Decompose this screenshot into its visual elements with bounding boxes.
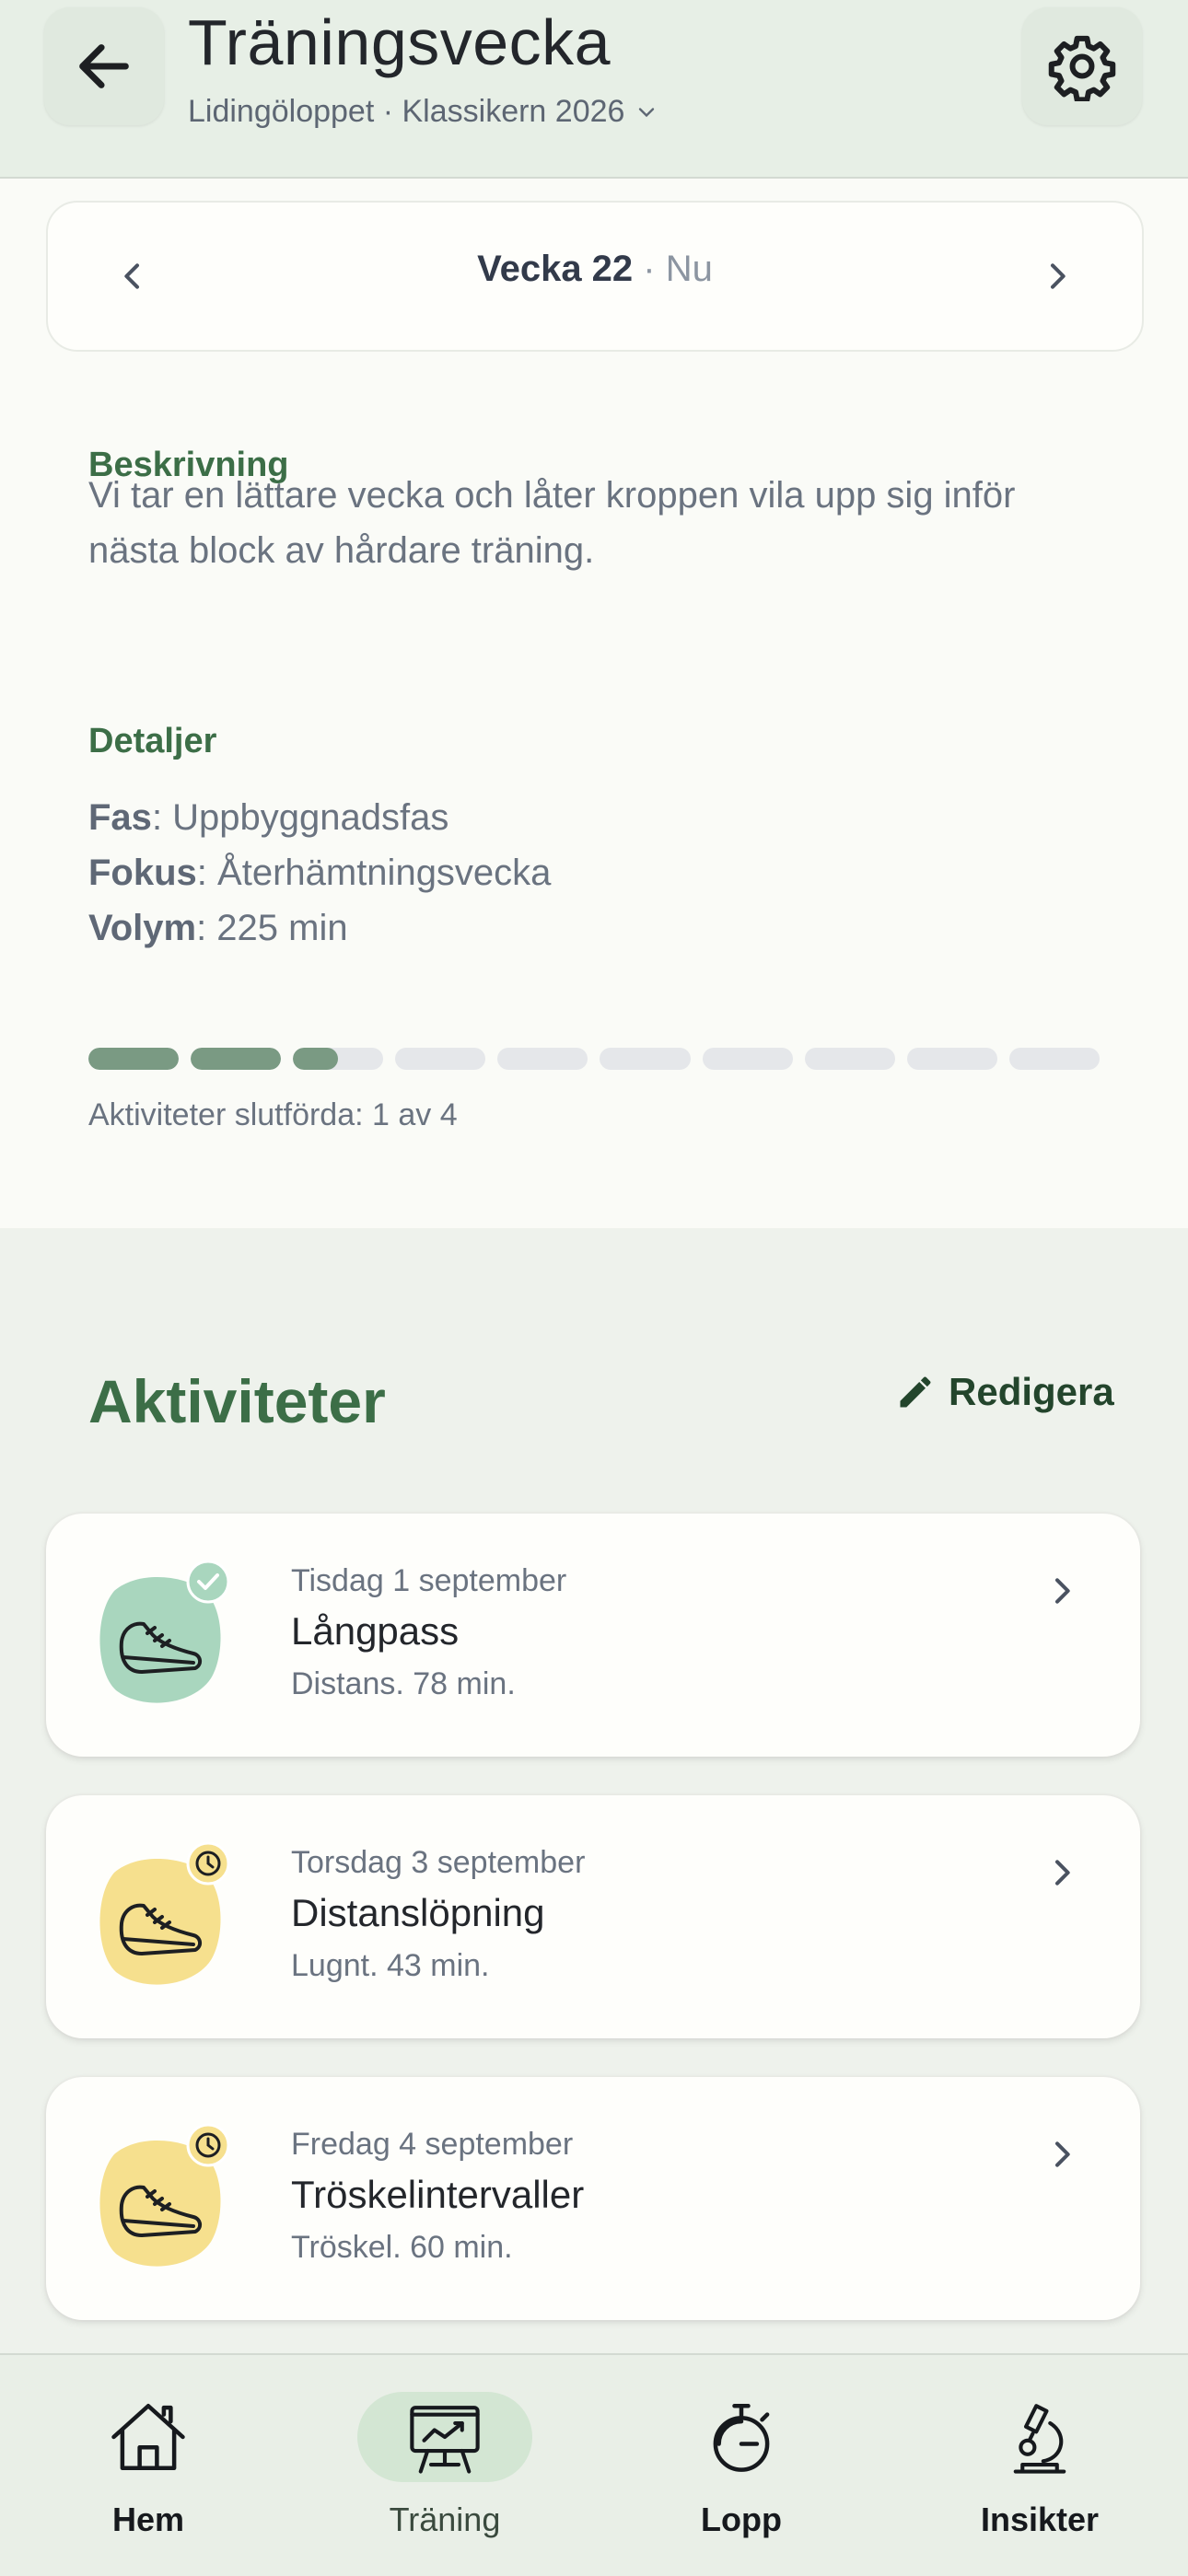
nav-label: Lopp	[701, 2501, 782, 2538]
chevron-right-icon	[1051, 263, 1066, 289]
arrow-left-icon	[79, 44, 129, 88]
progress-segment	[497, 1048, 588, 1070]
edit-button[interactable]: Redigera	[895, 1366, 1114, 1418]
nav-item-insikter[interactable]: Insikter	[925, 2355, 1155, 2576]
activity-meta: Tröskel. 60 min.	[291, 2230, 513, 2265]
progress-segment	[395, 1048, 486, 1070]
nav-item-traning[interactable]: Träning	[330, 2355, 560, 2576]
progress-segment-fill	[191, 1048, 282, 1070]
bottom-navigation: Hem Träning Lopp Insikter	[0, 2353, 1188, 2576]
running-shoe-icon	[99, 1841, 230, 1985]
next-week-button[interactable]	[1020, 239, 1094, 313]
nav-label: Insikter	[980, 2501, 1100, 2538]
activity-card[interactable]: Tisdag 1 september Långpass Distans. 78 …	[46, 1514, 1140, 1757]
progress-segment	[600, 1048, 691, 1070]
completion-text: Aktiviteter slutförda: 1 av 4	[88, 1097, 458, 1132]
week-separator: ·	[643, 249, 656, 289]
progress-segment-fill	[88, 1048, 180, 1070]
activity-card[interactable]: Torsdag 3 september Distanslöpning Lugnt…	[46, 1795, 1140, 2038]
running-shoe-icon	[99, 1560, 230, 1703]
nav-label: Träning	[389, 2501, 501, 2538]
activity-meta: Distans. 78 min.	[291, 1666, 516, 1701]
progress-segment-fill	[293, 1048, 339, 1070]
week-number: Vecka 22	[477, 249, 634, 289]
progress-segment	[293, 1048, 384, 1070]
pencil-icon	[900, 1376, 931, 1408]
chevron-down-icon	[639, 107, 655, 117]
house-icon	[111, 2404, 185, 2470]
progress-segment	[804, 1048, 895, 1070]
progress-segment	[191, 1048, 282, 1070]
completion-progress-bar	[88, 1048, 1100, 1070]
activities-heading: Aktiviteter	[88, 1367, 386, 1435]
detail-focus: Fokus: Återhämtningsvecka	[88, 853, 552, 893]
chevron-right-icon	[1039, 2127, 1085, 2182]
activity-name: Långpass	[291, 1609, 460, 1653]
activity-date: Torsdag 3 september	[291, 1845, 586, 1880]
activity-meta: Lugnt. 43 min.	[291, 1948, 490, 1983]
detail-phase: Fas: Uppbyggnadsfas	[88, 797, 449, 838]
week-switcher: Vecka 22 · Nu	[46, 201, 1144, 352]
progress-segment	[906, 1048, 997, 1070]
nav-item-lopp[interactable]: Lopp	[626, 2355, 856, 2576]
detail-volume: Volym: 225 min	[88, 908, 348, 948]
activity-date: Tisdag 1 september	[291, 1563, 567, 1598]
plan-selector-label: Lidingöloppet · Klassikern 2026	[188, 94, 625, 129]
progress-segment	[1008, 1048, 1100, 1070]
edit-button-label: Redigera	[949, 1370, 1114, 1413]
activity-name: Tröskelintervaller	[291, 2173, 585, 2216]
week-overview: Vecka 22 · Nu Beskrivning Vi tar en lätt…	[0, 179, 1188, 1228]
week-status: Nu	[665, 249, 713, 289]
progress-segment	[88, 1048, 180, 1070]
progress-segment	[702, 1048, 793, 1070]
microscope-icon	[1013, 2404, 1066, 2474]
stopwatch-icon	[713, 2404, 770, 2472]
nav-item-hem[interactable]: Hem	[33, 2355, 263, 2576]
settings-button[interactable]	[1022, 7, 1142, 125]
running-shoe-icon	[99, 2123, 230, 2267]
chevron-right-icon	[1039, 1563, 1085, 1619]
gear-icon	[1048, 35, 1116, 101]
back-button[interactable]	[44, 7, 164, 125]
description-text: Vi tar en lättare vecka och låter kroppe…	[88, 475, 1016, 571]
training-board-icon	[410, 2406, 480, 2474]
activity-card[interactable]: Fredag 4 september Tröskelintervaller Tr…	[46, 2077, 1140, 2320]
plan-selector[interactable]: Lidingöloppet · Klassikern 2026	[188, 94, 659, 130]
chevron-right-icon	[1039, 1845, 1085, 1900]
nav-label: Hem	[111, 2501, 185, 2538]
week-label: Vecka 22 · Nu	[48, 249, 1142, 290]
page-title: Träningsvecka	[188, 6, 611, 78]
details-heading: Detaljer	[88, 722, 217, 760]
top-bar: Träningsvecka Lidingöloppet · Klassikern…	[0, 0, 1188, 179]
activity-date: Fredag 4 september	[291, 2127, 574, 2162]
activity-name: Distanslöpning	[291, 1891, 545, 1934]
